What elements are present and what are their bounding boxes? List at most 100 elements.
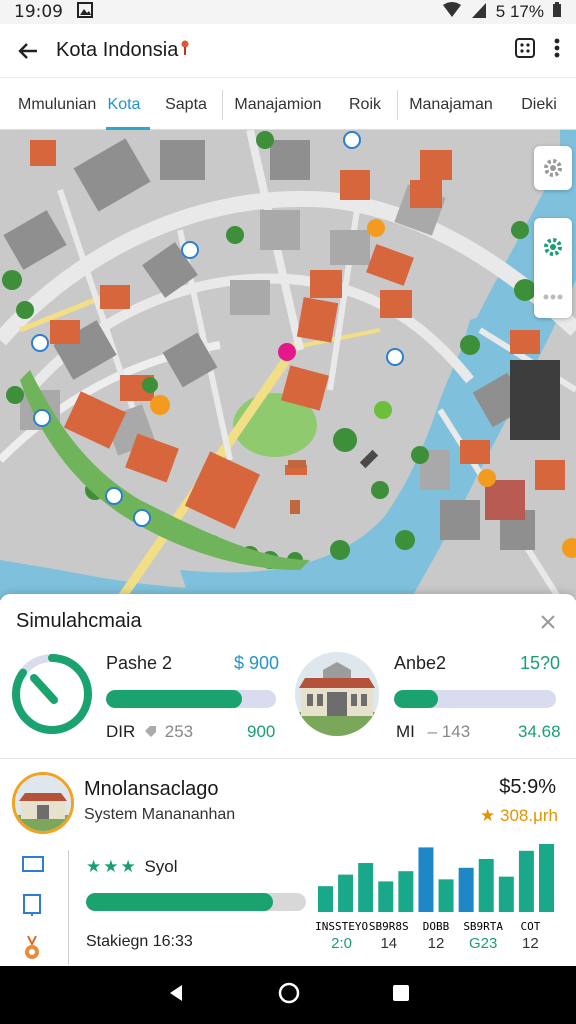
tab-kota[interactable]: Kota	[98, 80, 150, 130]
tab-label: Roik	[348, 95, 381, 113]
location-pin-icon	[180, 39, 190, 63]
left-progress-bar	[106, 690, 276, 708]
left-sub-muted: 253	[164, 722, 194, 741]
card-rating: ★ 308.μrh	[480, 806, 558, 825]
left-stat-value: $ 900	[234, 653, 280, 673]
right-progress-bar	[394, 690, 556, 708]
card-progress-fill	[86, 893, 273, 911]
right-sub-label: MI	[396, 722, 415, 741]
page-title: Kota Indonsia	[56, 39, 190, 63]
progress-gauge	[8, 650, 96, 743]
tab-label: Kota	[107, 95, 141, 113]
tab-mmulunian[interactable]: Mmulunian	[0, 80, 98, 130]
chart-bar	[458, 867, 474, 912]
chart-bar	[398, 871, 414, 912]
medal-icon[interactable]	[22, 924, 62, 960]
back-button[interactable]	[0, 24, 56, 78]
chart-value-label: G23	[469, 935, 497, 952]
tab-sapta[interactable]: Sapta	[150, 80, 222, 130]
chart-value-label: 12	[428, 935, 445, 952]
status-time: 19:09	[14, 2, 63, 22]
nav-back-button[interactable]	[166, 983, 186, 1008]
battery-icon	[552, 1, 562, 23]
gear-icon	[544, 159, 562, 177]
panel-divider	[0, 758, 576, 759]
tab-label: Mmulunian	[18, 95, 97, 113]
tab-roik[interactable]: Roik	[333, 80, 397, 130]
location-avatar	[12, 772, 74, 834]
tab-label: Sapta	[165, 95, 207, 113]
close-button[interactable]	[538, 612, 558, 632]
arrow-back-icon	[18, 42, 37, 59]
right-sub-muted: – 143	[427, 722, 471, 741]
system-nav-bar	[0, 966, 576, 1024]
map-gear-button[interactable]	[542, 236, 564, 258]
card-subtitle: System Manananhan	[84, 806, 236, 823]
bar-chart: INSSTEYO 2:0 SB9R8S 14 DOBB 12 SB9RTA G23 COT 12	[315, 840, 556, 965]
wifi-icon	[442, 1, 462, 23]
chart-bar	[518, 850, 534, 912]
chart-bar	[539, 844, 554, 912]
left-sub-row: DIR 253	[106, 722, 193, 743]
star-rating-icon: ★★★	[86, 857, 145, 876]
nav-home-button[interactable]	[278, 982, 300, 1009]
map-more-button[interactable]	[542, 293, 564, 301]
nav-recents-button[interactable]	[392, 984, 410, 1007]
chart-bar	[338, 874, 354, 912]
building-thumbnail	[295, 652, 379, 736]
status-bar: 19:09 5 17%	[0, 0, 576, 24]
nav-back-icon	[170, 984, 182, 1001]
map-layers-button[interactable]	[514, 37, 536, 64]
right-sub-row: MI – 143	[396, 722, 470, 742]
tab-label: Manajaman	[409, 95, 493, 113]
card-footer: Stakiegn 16:33	[86, 933, 193, 950]
nav-recents-icon	[393, 984, 409, 1001]
tab-label: Dieki	[521, 95, 557, 113]
left-sub-label: DIR	[106, 722, 136, 741]
chart-category-label: COT	[520, 920, 540, 933]
window-icon[interactable]	[22, 856, 62, 884]
chart-bar	[498, 876, 514, 912]
gallery-notification-icon	[77, 1, 93, 23]
map-settings-button[interactable]	[534, 146, 572, 190]
side-icon-column	[22, 856, 62, 960]
chart-value-label: 2:0	[331, 935, 352, 952]
page-title-text: Kota Indonsia	[56, 39, 179, 61]
chart-bar	[378, 881, 394, 912]
more-horizontal-icon	[543, 294, 563, 299]
tab-manajaman[interactable]: Manajaman	[398, 80, 504, 130]
left-progress-fill	[106, 690, 242, 708]
left-sub-value: 900	[247, 722, 276, 741]
chart-value-label: 12	[522, 935, 539, 952]
signal-icon	[470, 2, 488, 23]
battery-text: 5 17%	[495, 2, 544, 21]
right-stat-value: 15?0	[520, 653, 561, 673]
chart-value-label: 14	[380, 935, 397, 952]
stars-row: ★★★ Syol	[86, 857, 178, 877]
tab-dieki[interactable]: Dieki	[504, 80, 574, 130]
tag-icon	[143, 723, 157, 743]
nav-home-icon	[278, 982, 300, 1003]
chart-bar	[358, 863, 374, 912]
right-progress-fill	[394, 690, 438, 708]
city-map[interactable]	[0, 130, 576, 600]
chart-bar	[318, 886, 333, 912]
chart-category-label: SB9RTA	[463, 920, 503, 933]
chart-bar	[438, 879, 454, 912]
chart-category-label: SB9R8S	[369, 920, 409, 933]
card-progress-bar	[86, 893, 306, 911]
map-tools-control	[534, 218, 572, 318]
tab-bar: Mmulunian Kota Sapta Manajamion Roik Man…	[0, 80, 576, 130]
gear-icon	[544, 237, 562, 256]
tab-manajamion[interactable]: Manajamion	[223, 80, 333, 130]
bookmark-icon[interactable]	[22, 884, 62, 924]
right-stat-label: Anbe2	[394, 653, 447, 673]
more-options-icon[interactable]	[554, 37, 560, 64]
tab-label: Manajamion	[234, 95, 322, 113]
stars-label: Syol	[144, 857, 178, 876]
vertical-divider	[68, 850, 69, 965]
chart-bar	[418, 847, 434, 912]
app-bar: Kota Indonsia	[0, 24, 576, 78]
left-stat-label: Pashe 2	[106, 653, 173, 673]
chart-category-label: DOBB	[423, 920, 450, 933]
